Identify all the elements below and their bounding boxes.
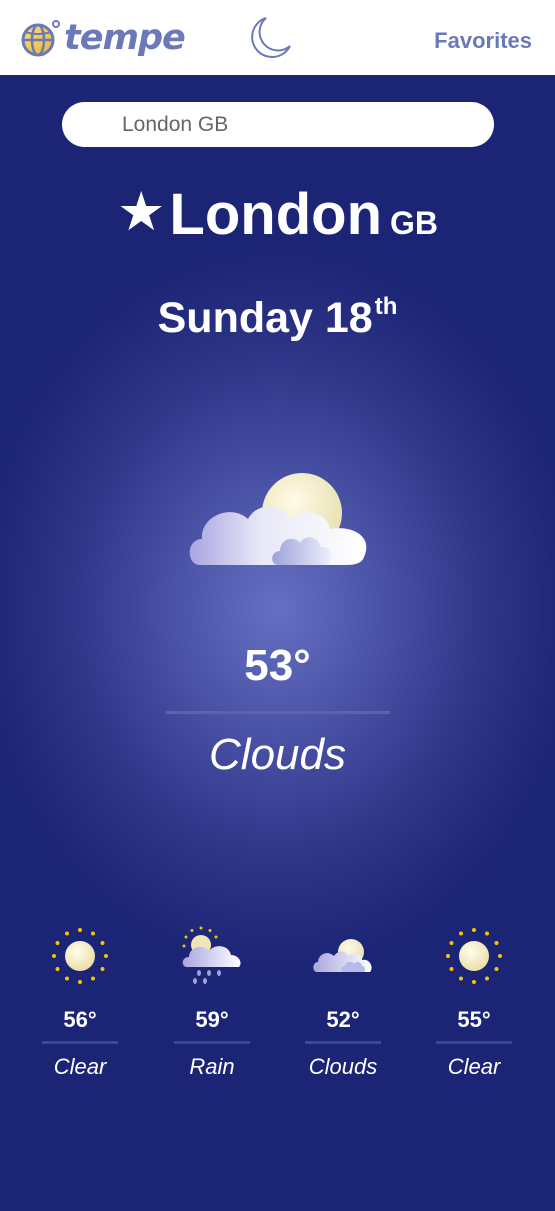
forecast-condition: Rain — [189, 1054, 235, 1079]
globe-icon — [21, 20, 60, 57]
weather-main: ★LondonGB Sunday 18th 53° Clouds — [0, 75, 555, 1211]
forecast-temperature: 55° — [457, 1007, 491, 1032]
forecast-day: 55° Clear — [429, 923, 519, 1080]
forecast-condition: Clouds — [308, 1054, 378, 1079]
moon-icon[interactable] — [246, 14, 294, 62]
date-day: Sunday 18 — [157, 294, 373, 342]
forecast-temperature: 52° — [326, 1007, 360, 1032]
search-input[interactable] — [62, 102, 494, 147]
rain-icon — [182, 926, 241, 984]
app-header: tempe Favorites — [0, 0, 555, 75]
forecast-list: 56° Clear 59° Rain 52° Clouds 55° Clear — [0, 923, 555, 1093]
forecast-condition: Clear — [53, 1054, 107, 1079]
forecast-day: 52° Clouds — [298, 923, 388, 1080]
divider — [174, 1041, 250, 1044]
logo[interactable]: tempe — [20, 16, 186, 60]
country-code: GB — [390, 205, 438, 241]
forecast-day: 56° Clear — [35, 923, 125, 1080]
forecast-temperature: 56° — [63, 1007, 97, 1032]
forecast-condition: Clear — [447, 1054, 501, 1079]
current-condition: Clouds — [209, 730, 346, 779]
sun-icon — [446, 928, 502, 984]
divider — [42, 1041, 118, 1044]
date-heading: Sunday 18th — [0, 293, 555, 343]
favorite-star-icon[interactable]: ★ — [117, 182, 165, 242]
current-temperature: 53° — [244, 641, 311, 690]
forecast-day: 59° Rain — [167, 923, 257, 1080]
clouds-icon — [313, 939, 372, 972]
clouds-icon — [189, 473, 367, 565]
divider — [305, 1041, 381, 1044]
city-name: London — [169, 182, 382, 247]
sun-icon — [52, 928, 108, 984]
divider — [166, 711, 390, 714]
forecast-temperature: 59° — [195, 1007, 229, 1032]
location-heading: ★London GB — [0, 180, 555, 248]
favorites-link[interactable]: Favorites — [434, 28, 532, 54]
logo-text: tempe — [64, 18, 186, 58]
date-suffix: th — [374, 293, 398, 320]
divider — [436, 1041, 512, 1044]
